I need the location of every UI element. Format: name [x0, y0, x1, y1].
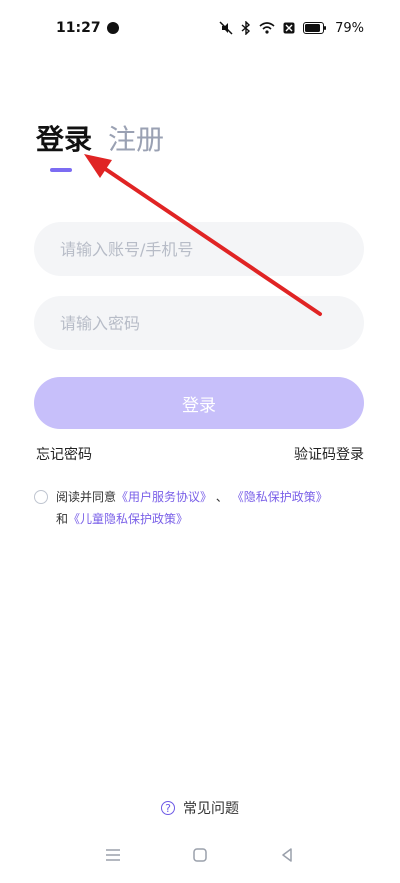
- battery-icon: [303, 22, 327, 34]
- status-time: 11:27: [56, 20, 101, 36]
- status-bar: 11:27 79%: [0, 0, 400, 56]
- mute-icon: [219, 21, 233, 35]
- forgot-password-link[interactable]: 忘记密码: [36, 444, 92, 464]
- children-privacy-link[interactable]: 《儿童隐私保护政策》: [68, 512, 188, 526]
- battery-percent: 79%: [335, 21, 364, 36]
- tab-login[interactable]: 登录: [36, 120, 92, 160]
- faq-link[interactable]: ? 常见问题: [0, 798, 400, 818]
- sms-login-link[interactable]: 验证码登录: [294, 444, 364, 464]
- login-button[interactable]: 登录: [34, 377, 364, 429]
- back-nav-button[interactable]: [272, 840, 302, 870]
- menu-icon: [105, 849, 121, 861]
- agreement-text: 阅读并同意《用户服务协议》 、 《隐私保护政策》 和《儿童隐私保护政策》: [56, 486, 328, 530]
- menu-nav-button[interactable]: [98, 840, 128, 870]
- auth-links-row: 忘记密码 验证码登录: [36, 444, 364, 464]
- agreement: 阅读并同意《用户服务协议》 、 《隐私保护政策》 和《儿童隐私保护政策》: [34, 486, 376, 530]
- tab-register[interactable]: 注册: [108, 120, 164, 160]
- bluetooth-icon: [241, 21, 251, 35]
- privacy-policy-link[interactable]: 《隐私保护政策》: [232, 490, 328, 504]
- faq-label: 常见问题: [183, 798, 239, 818]
- back-icon: [280, 848, 294, 862]
- status-left: 11:27: [56, 20, 119, 36]
- password-field[interactable]: [34, 296, 364, 350]
- help-icon: ?: [161, 801, 175, 815]
- system-nav-bar: [0, 827, 400, 883]
- sim-icon: [283, 22, 295, 34]
- active-tab-indicator: [50, 168, 72, 172]
- user-agreement-link[interactable]: 《用户服务协议》: [116, 490, 212, 504]
- password-input[interactable]: [58, 313, 340, 334]
- account-field[interactable]: [34, 222, 364, 276]
- agreement-and: 和: [56, 512, 68, 526]
- home-nav-button[interactable]: [185, 840, 215, 870]
- agreement-separator: 、: [216, 490, 228, 504]
- account-input[interactable]: [58, 239, 340, 260]
- auth-tabs: 登录 注册: [36, 120, 164, 160]
- status-right: 79%: [219, 21, 364, 36]
- notification-icon: [107, 22, 119, 34]
- home-icon: [193, 848, 207, 862]
- agreement-radio[interactable]: [34, 490, 48, 504]
- wifi-icon: [259, 22, 275, 34]
- agreement-prefix: 阅读并同意: [56, 490, 116, 504]
